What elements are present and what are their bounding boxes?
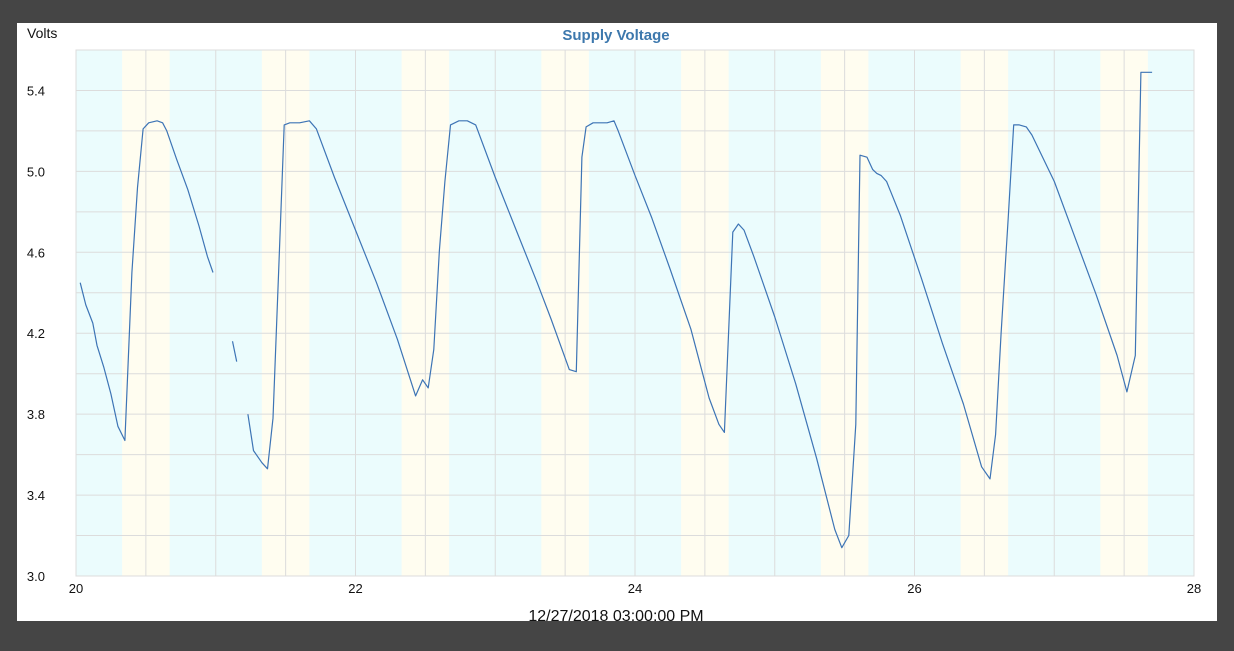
y-tick-label: 3.0 bbox=[27, 569, 45, 584]
chart-panel: 3.0 3.4 3.8 4.2 4.6 5.0 5.4 20 22 24 26 28 Supply … bbox=[17, 23, 1217, 621]
y-tick-label: 5.4 bbox=[27, 83, 45, 98]
y-tick-labels: 3.0 3.4 3.8 4.2 4.6 5.0 5.4 bbox=[27, 83, 45, 584]
y-tick-label: 3.4 bbox=[27, 488, 45, 503]
x-tick-label: 20 bbox=[69, 581, 83, 596]
x-axis-label: 12/27/2018 03:00:00 PM bbox=[528, 608, 703, 621]
x-tick-labels: 20 22 24 26 28 bbox=[69, 581, 1201, 596]
chart-title: Supply Voltage bbox=[562, 27, 669, 44]
x-tick-label: 28 bbox=[1187, 581, 1201, 596]
y-tick-label: 5.0 bbox=[27, 164, 45, 179]
x-tick-label: 22 bbox=[348, 581, 362, 596]
y-tick-label: 4.6 bbox=[27, 245, 45, 260]
y-tick-label: 3.8 bbox=[27, 407, 45, 422]
y-tick-label: 4.2 bbox=[27, 326, 45, 341]
supply-voltage-chart: 3.0 3.4 3.8 4.2 4.6 5.0 5.4 20 22 24 26 28 Supply … bbox=[27, 25, 1201, 621]
x-tick-label: 24 bbox=[628, 581, 642, 596]
y-axis-label: Volts bbox=[27, 25, 57, 41]
x-tick-label: 26 bbox=[907, 581, 921, 596]
